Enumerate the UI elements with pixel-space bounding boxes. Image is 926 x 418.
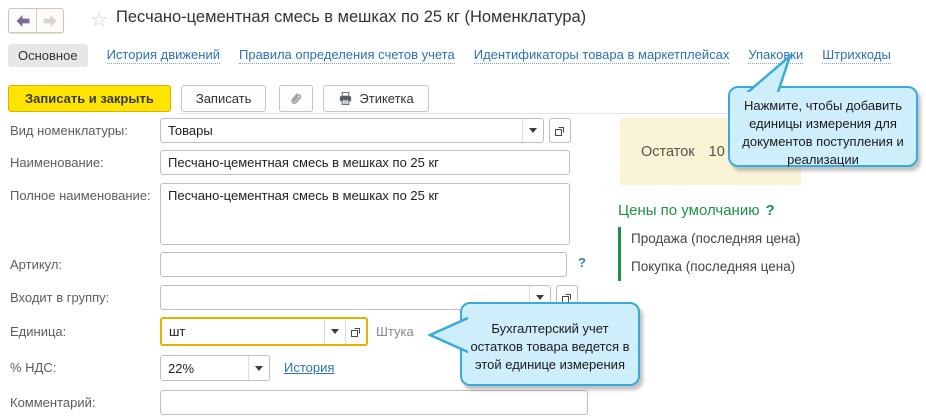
open-form-icon	[554, 125, 566, 137]
kind-label: Вид номенклатуры:	[10, 123, 128, 138]
price-item-purchase[interactable]: Покупка (последняя цена)	[631, 259, 795, 274]
prices-help-icon[interactable]: ?	[765, 202, 774, 219]
unit-tooltip: Бухгалтерский учет остатков товара ведет…	[460, 302, 640, 386]
stock-label: Остаток	[641, 144, 695, 160]
forward-button[interactable]	[36, 9, 63, 32]
default-prices-title-text: Цены по умолчанию	[618, 202, 759, 219]
full-name-label: Полное наименование:	[10, 188, 151, 203]
price-item-sale[interactable]: Продажа (последняя цена)	[631, 231, 801, 246]
printer-icon	[338, 91, 353, 106]
paperclip-icon	[288, 91, 304, 107]
tab-account-rules[interactable]: Правила определения счетов учета	[239, 47, 455, 64]
tab-marketplace-ids[interactable]: Идентификаторы товара в маркетплейсах	[474, 47, 730, 64]
chevron-down-icon	[529, 128, 537, 133]
save-button[interactable]: Записать	[181, 85, 267, 112]
save-and-close-button[interactable]: Записать и закрыть	[8, 85, 171, 112]
nomenclature-card-window: ☆ Песчано-цементная смесь в мешках по 25…	[0, 0, 926, 418]
tab-barcodes[interactable]: Штрихкоды	[822, 47, 891, 64]
article-input[interactable]	[160, 252, 567, 277]
tab-movement-history[interactable]: История движений	[107, 47, 220, 64]
article-label: Артикул:	[10, 257, 62, 272]
arrow-right-icon	[42, 14, 58, 28]
packaging-tooltip-pointer	[742, 54, 800, 92]
unit-tooltip-pointer	[428, 314, 468, 356]
unit-dropdown-button[interactable]	[324, 319, 345, 344]
print-label-button-label: Этикетка	[359, 91, 413, 106]
arrow-left-icon	[15, 14, 31, 28]
favorite-star-icon[interactable]: ☆	[90, 7, 108, 32]
nav-history-group	[8, 8, 64, 33]
unit-input[interactable]	[162, 319, 324, 344]
packaging-tooltip: Нажмите, чтобы добавить единицы измерени…	[728, 86, 918, 167]
article-help-icon[interactable]: ?	[578, 255, 586, 270]
back-button[interactable]	[9, 9, 36, 32]
unit-hint-text: Штука	[376, 324, 414, 339]
attachments-button[interactable]	[279, 85, 313, 112]
stock-value: 10	[709, 144, 725, 160]
kind-open-button[interactable]	[549, 118, 571, 143]
name-input[interactable]	[160, 150, 570, 175]
full-name-textarea[interactable]: Песчано-цементная смесь в мешках по 25 к…	[160, 183, 570, 245]
vat-input[interactable]	[161, 356, 248, 380]
name-label: Наименование:	[10, 155, 104, 170]
chevron-down-icon	[255, 366, 263, 371]
comment-input[interactable]	[160, 390, 588, 415]
vat-combobox	[160, 355, 270, 381]
kind-dropdown-button[interactable]	[522, 119, 543, 142]
kind-input[interactable]	[161, 119, 522, 142]
kind-combobox	[160, 118, 544, 143]
page-title: Песчано-цементная смесь в мешках по 25 к…	[116, 8, 586, 27]
vat-history-link[interactable]: История	[284, 360, 334, 375]
unit-label: Единица:	[10, 324, 66, 339]
default-prices-title: Цены по умолчанию?	[618, 202, 775, 219]
comment-label: Комментарий:	[10, 395, 96, 410]
command-bar: Записать и закрыть Записать Этикетка	[8, 85, 429, 112]
vat-label: % НДС:	[10, 360, 56, 375]
unit-open-button[interactable]	[345, 319, 366, 344]
chevron-down-icon	[536, 295, 544, 300]
group-label: Входит в группу:	[10, 290, 109, 305]
vat-dropdown-button[interactable]	[248, 356, 269, 380]
chevron-down-icon	[331, 329, 339, 334]
prices-accent-bar	[618, 227, 621, 281]
print-label-button[interactable]: Этикетка	[323, 85, 428, 112]
unit-combobox-highlighted	[160, 317, 368, 346]
tab-main[interactable]: Основное	[8, 44, 88, 67]
open-form-icon	[350, 326, 362, 338]
